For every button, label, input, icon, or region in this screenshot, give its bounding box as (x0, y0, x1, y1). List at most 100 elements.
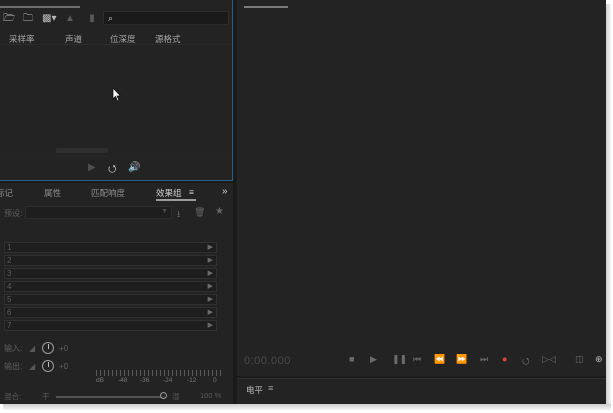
effect-slot[interactable]: 1 ▶ (4, 242, 217, 253)
slot-arrow-icon[interactable]: ▶ (208, 295, 213, 305)
search-input[interactable]: ⌕ (103, 11, 229, 25)
mix-label: 混合: (4, 392, 22, 401)
slot-arrow-icon[interactable]: ▶ (208, 308, 213, 318)
mix-dry-label: 干 (42, 392, 50, 401)
effect-slot[interactable]: 5 ▶ (4, 294, 217, 305)
slot-number: 6 (7, 308, 12, 317)
preset-label: 预设: (4, 209, 23, 218)
search-icon: ⌕ (108, 13, 114, 23)
chevron-down-icon: ▼ (161, 208, 168, 215)
favorite-star-icon[interactable]: ★ (215, 206, 224, 217)
rack-tabs: 标记 属性 匹配响度 效果组 ≡ » (0, 183, 233, 201)
level-meter-scale: dB -48 -36 -24 -12 0 (96, 370, 222, 388)
skip-selection-icon[interactable]: ▷◁ (542, 354, 556, 365)
slot-arrow-icon[interactable]: ▶ (208, 282, 213, 292)
panel-menu-icon[interactable]: ≡ (268, 383, 273, 393)
scale-label: -36 (140, 377, 150, 384)
record-icon[interactable]: ● (502, 354, 507, 364)
tab-effects-rack[interactable]: 效果组 (156, 187, 182, 199)
zoom-in-icon[interactable]: ⊕ (595, 354, 603, 365)
stop-icon[interactable]: ■ (349, 354, 354, 364)
output-meter-icon: ◢ (29, 362, 36, 371)
output-gain-knob[interactable] (42, 360, 54, 372)
column-sample-rate[interactable]: 采样率 (9, 33, 35, 45)
overflow-chevron-icon[interactable]: » (222, 186, 228, 197)
play-icon[interactable]: ▶ (88, 162, 96, 173)
slot-arrow-icon[interactable]: ▶ (208, 243, 213, 253)
skip-next-icon[interactable]: ⏭ (480, 354, 488, 365)
scale-label: 0 (213, 377, 217, 384)
slot-arrow-icon[interactable]: ▶ (208, 256, 213, 266)
effect-slot[interactable]: 6 ▶ (4, 307, 217, 318)
preset-select[interactable]: ▼ (25, 206, 172, 219)
output-label: 输出: (4, 362, 23, 371)
input-value: +0 (59, 344, 69, 353)
level-panel-title: 电平 (246, 385, 264, 395)
trash-icon[interactable]: ▮ (86, 13, 98, 24)
effect-slot[interactable]: 2 ▶ (4, 255, 217, 266)
slot-number: 4 (7, 282, 12, 291)
effect-slot[interactable]: 7 ▶ (4, 320, 217, 331)
slot-number: 3 (7, 269, 12, 278)
effect-slot[interactable]: 3 ▶ (4, 268, 217, 279)
loop-icon[interactable]: ⭯ (108, 162, 116, 179)
active-tab-indicator (156, 199, 196, 201)
new-file-icon[interactable]: ▩▾ (42, 13, 56, 24)
skip-previous-icon[interactable]: ⏮ (413, 354, 421, 365)
mix-row: 混合: 干 湿 100 % (0, 391, 233, 403)
mix-wet-label: 湿 (172, 392, 180, 401)
editor-tab-indicator (244, 6, 288, 8)
input-meter-icon: ◢ (29, 344, 36, 353)
column-headers: 采样率 声道 位深度 源格式 (0, 31, 232, 45)
files-bottom-bar: ▶ ⭯ 🔊 (0, 156, 232, 180)
scale-label: -48 (118, 377, 128, 384)
panel-menu-icon[interactable]: ≡ (189, 187, 194, 197)
mix-slider-thumb[interactable] (160, 392, 167, 399)
level-meter-panel: 电平 ≡ (237, 378, 606, 404)
files-panel: 🗁 🗀 ▩▾ ▲ ▮ ⌕ 采样率 声道 位深度 源格式 ▶ ⭯ 🔊 (0, 0, 233, 181)
column-source-format[interactable]: 源格式 (155, 33, 181, 45)
open-folder-icon[interactable]: 🗁 (3, 13, 15, 24)
play-icon[interactable]: ▶ (370, 354, 377, 365)
slot-number: 1 (7, 243, 12, 252)
import-file-icon[interactable]: 🗀 (22, 13, 34, 24)
timecode[interactable]: 0:00.000 (244, 355, 291, 367)
input-gain-knob[interactable] (42, 342, 54, 354)
mix-percent: 100 % (200, 391, 222, 400)
output-value: +0 (59, 362, 69, 371)
tab-properties[interactable]: 属性 (44, 187, 61, 199)
slot-number: 7 (7, 321, 12, 330)
loop-playback-icon[interactable]: ⭯ (522, 354, 530, 370)
slot-arrow-icon[interactable]: ▶ (208, 321, 213, 331)
files-tab-indicator (0, 6, 80, 8)
input-row: 输入: ◢ +0 (0, 341, 233, 357)
tab-markers[interactable]: 标记 (0, 187, 13, 199)
scale-label: -12 (187, 377, 197, 384)
autoplay-volume-icon[interactable]: 🔊 (128, 162, 140, 173)
rewind-icon[interactable]: ⏪ (434, 354, 445, 365)
zoom-fit-icon[interactable]: ◫ (575, 354, 584, 365)
slot-number: 5 (7, 295, 12, 304)
mouse-cursor-icon (112, 87, 122, 102)
window-shadow-bottom (3, 404, 611, 410)
scale-label: -24 (163, 377, 173, 384)
column-channels[interactable]: 声道 (65, 33, 82, 45)
fast-forward-icon[interactable]: ⏩ (456, 354, 467, 365)
editor-panel: 0:00.000 ■ ▶ ❚❚ ⏮ ⏪ ⏩ ⏭ ● ⭯ ▷◁ ◫ ⊕ (237, 0, 606, 376)
tab-match-loudness[interactable]: 匹配响度 (91, 187, 125, 199)
delete-preset-icon[interactable]: 🗑 (194, 207, 205, 218)
slot-arrow-icon[interactable]: ▶ (208, 269, 213, 279)
app-window: 🗁 🗀 ▩▾ ▲ ▮ ⌕ 采样率 声道 位深度 源格式 ▶ ⭯ 🔊 标记 属性 (0, 0, 606, 404)
effect-slot[interactable]: 4 ▶ (4, 281, 217, 292)
pause-icon[interactable]: ❚❚ (392, 354, 407, 365)
slot-number: 2 (7, 256, 12, 265)
mix-slider[interactable] (56, 396, 166, 398)
insert-icon[interactable]: ▲ (64, 13, 76, 24)
column-bit-depth[interactable]: 位深度 (110, 33, 136, 45)
meter-ticks (96, 370, 222, 376)
window-shadow-right (606, 4, 611, 406)
save-preset-icon[interactable]: ⭳ (177, 207, 180, 223)
horizontal-scrollbar[interactable] (56, 148, 108, 153)
input-label: 输入: (4, 344, 23, 353)
scale-label: dB (96, 377, 104, 384)
